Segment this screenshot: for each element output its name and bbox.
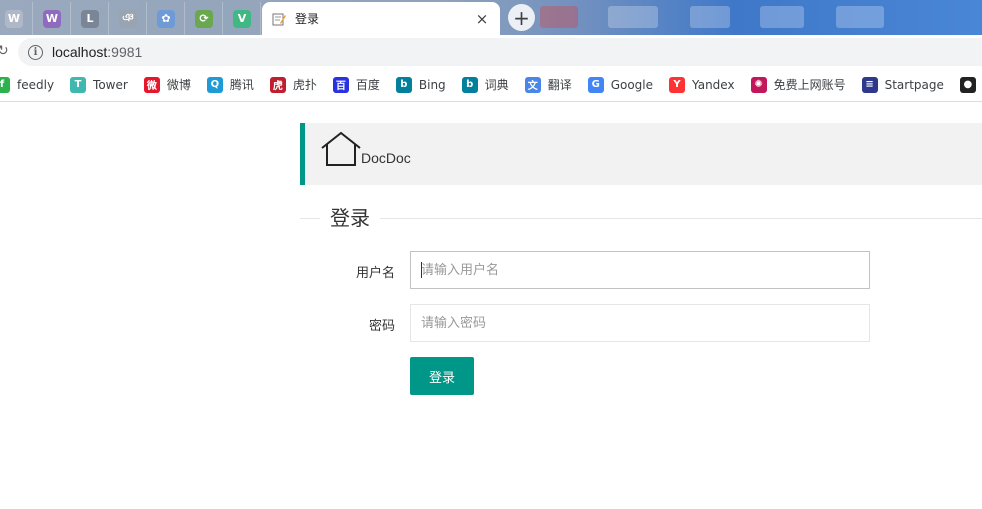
pinned-tab[interactable]: W <box>34 2 71 35</box>
url-host: localhost <box>52 44 108 60</box>
pinned-tab[interactable]: W <box>0 2 33 35</box>
info-icon[interactable]: i <box>28 44 43 60</box>
lollipop-icon: ✺ <box>750 76 767 93</box>
page-favicon-icon <box>272 12 286 26</box>
blurred-background <box>540 6 578 28</box>
weibo-icon: 微 <box>143 76 160 93</box>
bookmark-label: 百度 <box>355 78 380 92</box>
bookmark-label: 翻译 <box>547 78 572 92</box>
blurred-background <box>608 6 658 28</box>
translate-icon: 文 <box>524 76 541 93</box>
pinned-tab[interactable]: ঞ <box>110 2 147 35</box>
bookmark-label: 微博 <box>166 78 191 92</box>
wiki-icon: W <box>5 9 23 28</box>
password-label: 密码 <box>368 319 395 334</box>
pinned-tab[interactable]: V <box>224 2 261 35</box>
baidu-icon: 百 <box>332 76 349 93</box>
bookmark-item[interactable]: T Tower <box>70 76 128 93</box>
bookmark-label: Yandex <box>692 77 735 92</box>
bookmark-item[interactable]: G Google <box>587 76 654 93</box>
bookmark-item[interactable]: ✺ 免费上网账号 <box>750 76 846 93</box>
bookmark-item[interactable]: Y Yandex <box>669 76 735 93</box>
tower-icon: T <box>70 76 87 93</box>
bookmark-label: feedly <box>17 77 55 92</box>
pinned-tab[interactable]: ✿ <box>148 2 185 35</box>
address-bar[interactable]: i localhost:9981 <box>18 38 982 66</box>
bookmark-item[interactable]: f feedly <box>0 76 55 93</box>
new-tab-button[interactable]: + <box>508 4 535 31</box>
bookmark-item[interactable]: b Bing <box>395 76 446 93</box>
pinned-tab[interactable]: ⟳ <box>186 2 223 35</box>
reload-icon[interactable]: ↻ <box>0 43 9 59</box>
bookmark-label: Startpage <box>884 77 944 92</box>
header-bar: DocDoc <box>300 123 982 185</box>
blurred-background <box>760 6 804 28</box>
google-icon: G <box>587 76 604 93</box>
tencent-icon: Q <box>206 76 223 93</box>
blurred-background <box>836 6 884 28</box>
bookmark-label: Bing <box>418 77 446 92</box>
close-icon[interactable]: × <box>470 10 494 28</box>
bookmark-item[interactable]: ≡ Startpage <box>861 76 944 93</box>
bookmark-item[interactable]: 虎虎扑 <box>269 76 317 93</box>
bookmark-item[interactable]: 百百度 <box>332 76 380 93</box>
bookmark-label: 免费上网账号 <box>773 78 846 92</box>
username-label: 用户名 <box>355 266 395 281</box>
startpage-icon: ≡ <box>861 76 878 93</box>
script-icon: ঞ <box>119 9 137 28</box>
bookmark-item[interactable]: Q 腾讯 <box>206 76 254 93</box>
url-port: :9981 <box>107 44 143 60</box>
plus-icon: + <box>513 5 530 30</box>
url-text[interactable]: localhost:9981 <box>52 44 142 60</box>
tab-login[interactable]: 登录 × <box>262 2 500 35</box>
bookmarks-bar: f feedly T Tower 微微博 Q 腾讯虎虎扑百百度 b Bing b 词典文翻译 G Goo… <box>0 68 982 102</box>
bookmark-label: 虎扑 <box>292 78 317 92</box>
dict-icon: b <box>461 76 478 93</box>
bookmark-label: 腾讯 <box>229 78 254 92</box>
bookmark-label: Google <box>610 77 654 92</box>
bookmark-item[interactable]: 文翻译 <box>524 76 572 93</box>
legend-divider <box>300 218 982 219</box>
tab-title: 登录 <box>295 12 320 26</box>
hupu-icon: 虎 <box>269 76 286 93</box>
baidu-paw-icon: ✿ <box>157 9 175 28</box>
login-button[interactable]: 登录 <box>410 357 474 395</box>
blurred-background <box>690 6 730 28</box>
page-content: DocDoc 登录 用户名 密码 登录 <box>0 103 982 509</box>
vs-icon: W <box>43 9 61 28</box>
bookmark-item[interactable]: b 词典 <box>461 76 509 93</box>
bing-icon: b <box>395 76 412 93</box>
house-logo-icon <box>321 131 361 166</box>
feedly-icon: f <box>0 76 10 93</box>
bookmark-item[interactable]: ● <box>959 76 982 93</box>
github-icon: ● <box>959 76 976 93</box>
spring-icon: ⟳ <box>195 9 213 28</box>
tab-strip: W W L ঞ ✿ ⟳ V 登录 × + <box>0 0 982 35</box>
bookmark-item[interactable]: 微微博 <box>143 76 191 93</box>
browser-toolbar: ↻ i localhost:9981 <box>0 35 982 68</box>
form-title: 登录 <box>320 205 380 231</box>
text-caret <box>421 262 422 278</box>
username-input[interactable] <box>410 251 870 289</box>
bookmark-label: Tower <box>93 77 128 92</box>
logo-text: DocDoc <box>361 150 411 166</box>
pinned-tab[interactable]: L <box>72 2 109 35</box>
vue-icon: V <box>233 9 251 28</box>
bookmark-label: 词典 <box>484 78 509 92</box>
chart-icon: L <box>81 9 99 28</box>
yandex-icon: Y <box>669 76 686 93</box>
password-input[interactable] <box>410 304 870 342</box>
